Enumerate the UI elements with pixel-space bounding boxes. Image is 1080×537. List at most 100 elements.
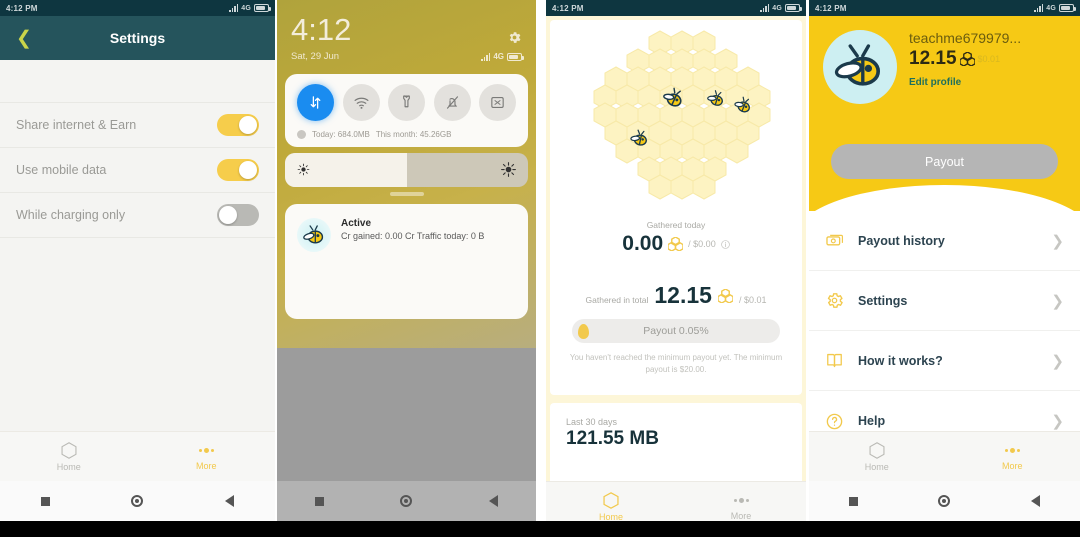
honey-drop-icon (578, 323, 589, 339)
tab-label: More (1001, 461, 1023, 471)
use-mobile-data-toggle[interactable] (217, 159, 259, 181)
setting-row-while-charging[interactable]: While charging only (0, 192, 275, 237)
setting-label: Use mobile data (16, 163, 107, 177)
signal-icon (481, 52, 491, 61)
status-bar-time: 4:12 PM (815, 3, 847, 13)
last-30-days-block: Last 30 days 121.55 MB (550, 403, 802, 450)
screenshot-stage: 4:12 PM 4G ❮ Settings Share internet & E… (0, 0, 1080, 537)
recents-button[interactable] (849, 496, 859, 506)
edit-profile-link[interactable]: Edit profile (909, 77, 1021, 88)
battery-icon (785, 4, 802, 12)
gathered-total-row: Gathered in total 12.15 / $0.01 (550, 282, 802, 309)
info-icon[interactable] (720, 239, 730, 249)
network-label: 4G (493, 52, 504, 61)
tab-label: Home (864, 461, 889, 472)
hexagon-icon (61, 441, 77, 459)
home-main-card: Gathered today 0.00 / $0.00 Gathered in … (550, 20, 802, 395)
tab-more[interactable]: More (676, 482, 806, 521)
avatar[interactable] (823, 30, 897, 104)
bell-off-icon (446, 96, 458, 109)
phone-panel-home: 4:12 PM 4G Gathered today 0.00 / $0.00 G… (546, 0, 806, 521)
menu-label: Settings (858, 293, 908, 308)
bee-icon (297, 218, 331, 252)
tab-more[interactable]: More (138, 432, 276, 481)
tab-home[interactable]: Home (546, 482, 676, 521)
last-30-days-value: 121.55 MB (566, 428, 659, 449)
honeycomb-coin-icon (959, 52, 975, 66)
battery-icon (507, 52, 524, 61)
setting-row-mobile-data[interactable]: Use mobile data (0, 147, 275, 192)
home-button[interactable] (131, 495, 144, 507)
share-internet-toggle[interactable] (217, 114, 259, 136)
tab-home[interactable]: Home (0, 432, 138, 481)
app-bottom-tabs: Home More (546, 481, 806, 521)
signal-icon (760, 4, 770, 12)
data-arrows-icon (310, 96, 321, 109)
data-usage-month: This month: 45.26GB (375, 130, 452, 139)
back-button[interactable] (225, 495, 235, 507)
menu-label: Help (858, 414, 886, 428)
setting-label: Share internet & Earn (16, 118, 137, 132)
phone-panel-more: 4:12 PM 4G teachme679979... 12.15 $0.01 … (809, 0, 1080, 521)
username: teachme679979... (909, 30, 1022, 46)
clock-time: 4:12 (291, 12, 352, 47)
hexagon-icon (603, 491, 619, 509)
data-usage-row: Today: 684.0MB This month: 45.26GB (293, 121, 520, 141)
payout-button[interactable]: Payout (831, 144, 1058, 179)
quick-toggle-screenshot[interactable] (479, 84, 516, 121)
honeycomb-illustration (550, 20, 802, 220)
setting-row-share-internet[interactable]: Share internet & Earn (0, 102, 275, 147)
quick-settings-icons (293, 84, 520, 121)
battery-icon (1059, 4, 1076, 12)
back-chevron-icon[interactable]: ❮ (16, 27, 32, 50)
hexagon-icon (869, 441, 885, 459)
chevron-right-icon: ❯ (1051, 232, 1064, 250)
back-button[interactable] (488, 495, 498, 507)
honeycomb-coin-icon (717, 289, 733, 303)
status-bar-time: 4:12 PM (6, 3, 38, 13)
home-button[interactable] (938, 495, 951, 507)
while-charging-toggle[interactable] (217, 204, 259, 226)
back-button[interactable] (1030, 495, 1040, 507)
tab-home[interactable]: Home (809, 432, 945, 481)
battery-icon (254, 4, 271, 12)
quick-toggle-flashlight[interactable] (388, 84, 425, 121)
menu-item-payout-history[interactable]: Payout history ❯ (809, 211, 1080, 271)
balance-row: 12.15 $0.01 (909, 48, 1021, 70)
notification-text: Active Cr gained: 0.00 Cr Traffic today:… (341, 218, 484, 305)
quick-toggle-mobile-data[interactable] (297, 84, 334, 121)
status-bar: 4:12 PM 4G (809, 0, 1080, 16)
menu-item-settings[interactable]: Settings ❯ (809, 271, 1080, 331)
app-bottom-tabs: Home More (0, 431, 275, 481)
brightness-slider[interactable] (285, 153, 528, 187)
chevron-right-icon: ❯ (1051, 352, 1064, 370)
notification-title: Active (341, 218, 372, 229)
gathered-total-label: Gathered in total (585, 295, 649, 305)
gathered-total-value: 12.15 (654, 282, 712, 308)
recents-button[interactable] (315, 496, 325, 506)
gathered-today-value: 0.00 (622, 232, 664, 255)
shade-drag-handle[interactable] (389, 192, 424, 196)
page-title: Settings (109, 30, 166, 46)
payout-progress-bar[interactable]: Payout 0.05% (572, 319, 780, 343)
notification-card-bee[interactable]: Active Cr gained: 0.00 Cr Traffic today:… (285, 204, 528, 319)
more-menu-list: Payout history ❯ Settings ❯ How it works… (809, 211, 1080, 451)
three-dots-icon (1004, 442, 1020, 458)
quick-toggle-wifi[interactable] (342, 84, 380, 121)
tab-more[interactable]: More (945, 432, 1080, 481)
honeycomb-coin-icon (668, 237, 684, 251)
wifi-icon (354, 97, 368, 109)
signal-icon (229, 4, 239, 12)
android-nav-bar (809, 481, 1080, 521)
gear-icon[interactable] (507, 30, 522, 45)
network-label: 4G (772, 4, 782, 12)
question-circle-icon (826, 413, 843, 429)
recents-button[interactable] (40, 496, 50, 506)
home-button[interactable] (400, 495, 413, 507)
last-30-days-card[interactable]: Last 30 days 121.55 MB (550, 403, 802, 481)
menu-item-how-it-works[interactable]: How it works? ❯ (809, 331, 1080, 391)
gathered-total-usd: / $0.01 (738, 295, 767, 305)
setting-label: While charging only (16, 208, 126, 222)
quick-toggle-silent[interactable] (433, 84, 471, 121)
